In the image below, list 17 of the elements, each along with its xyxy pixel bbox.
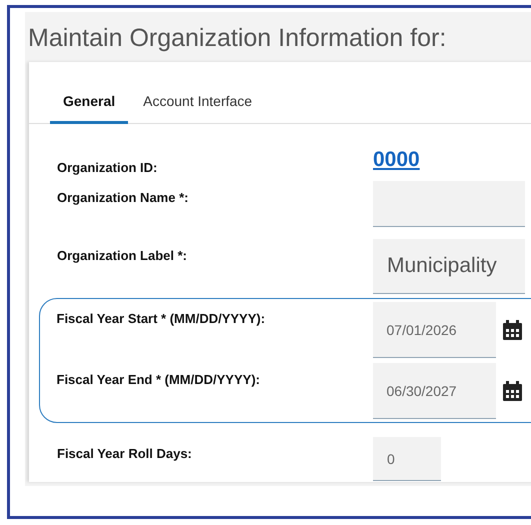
- tab[interactable]: General: [50, 84, 128, 124]
- field-label: Organization Name *:: [57, 189, 190, 205]
- text-field[interactable]: [373, 181, 525, 227]
- field-label: Organization Label *:: [57, 247, 188, 263]
- date-field[interactable]: 07/01/2026: [372, 302, 496, 358]
- tab[interactable]: Account Interface: [130, 84, 266, 124]
- field-label: Fiscal Year Roll Days:: [57, 445, 193, 461]
- field-label: Fiscal Year Start * (MM/DD/YYYY):: [56, 310, 266, 326]
- calendar-icon[interactable]: [502, 320, 522, 340]
- number-field[interactable]: 0: [373, 437, 441, 481]
- field-label: Organization ID:: [57, 159, 158, 175]
- date-field[interactable]: 06/30/2027: [372, 363, 496, 419]
- text-field[interactable]: Municipality: [373, 239, 525, 294]
- organization-id-link[interactable]: 0000: [373, 148, 531, 172]
- calendar-icon[interactable]: [502, 381, 522, 401]
- page-title: Maintain Organization Information for:: [27, 23, 448, 54]
- field-label: Fiscal Year End * (MM/DD/YYYY):: [56, 371, 261, 387]
